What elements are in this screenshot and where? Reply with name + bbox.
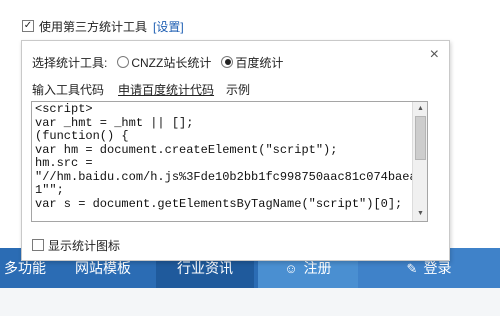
- third-party-stats-row: ✓ 使用第三方统计工具 [设置]: [22, 18, 184, 34]
- close-icon[interactable]: ×: [430, 46, 439, 64]
- page-background-strip: [0, 288, 500, 316]
- code-line: var s = document.getElementsByTagName("s…: [35, 196, 403, 211]
- show-icon-checkbox[interactable]: [32, 239, 44, 251]
- code-line: <script>: [35, 102, 93, 116]
- show-icon-row: 显示统计图标: [32, 237, 120, 253]
- stats-settings-dialog: × 选择统计工具: CNZZ站长统计 百度统计 输入工具代码 申请百度统计代码 …: [21, 40, 450, 261]
- scroll-down-icon[interactable]: ▼: [415, 208, 426, 220]
- settings-link[interactable]: [设置]: [153, 18, 184, 35]
- code-scrollbar[interactable]: ▲ ▼: [412, 102, 427, 221]
- register-label: 注册: [303, 260, 332, 276]
- code-textarea[interactable]: <script> var _hmt = _hmt || []; (functio…: [31, 101, 428, 222]
- third-party-stats-label: 使用第三方统计工具: [39, 19, 148, 34]
- third-party-stats-checkbox[interactable]: ✓: [22, 20, 34, 32]
- code-line: 1"";: [35, 183, 64, 197]
- radio-baidu[interactable]: [221, 56, 234, 68]
- code-line: var _hmt = _hmt || [];: [35, 115, 194, 130]
- code-line: "//hm.baidu.com/h.js%3Fde10b2bb1fc998750…: [35, 169, 424, 184]
- option-cnzz-label: CNZZ站长统计: [131, 55, 212, 70]
- radio-cnzz[interactable]: [117, 56, 130, 68]
- scroll-thumb[interactable]: [415, 116, 426, 160]
- code-content: <script> var _hmt = _hmt || []; (functio…: [35, 102, 424, 211]
- example-link[interactable]: 示例: [226, 81, 250, 98]
- option-cnzz[interactable]: CNZZ站长统计: [115, 54, 211, 71]
- option-baidu[interactable]: 百度统计: [219, 54, 283, 71]
- pencil-icon: ✎: [406, 261, 418, 276]
- user-icon: ☺: [284, 261, 298, 276]
- code-line: hm.src =: [35, 156, 93, 170]
- scroll-up-icon[interactable]: ▲: [415, 103, 426, 115]
- show-icon-label: 显示统计图标: [48, 238, 121, 253]
- code-line: (function() {: [35, 129, 129, 143]
- apply-baidu-code-link[interactable]: 申请百度统计代码: [118, 81, 214, 98]
- code-header-row: 输入工具代码 申请百度统计代码 示例: [32, 81, 250, 97]
- tool-select-label: 选择统计工具:: [32, 55, 108, 70]
- login-label: 登录: [423, 260, 452, 276]
- code-line: var hm = document.createElement("script"…: [35, 142, 338, 157]
- tool-select-row: 选择统计工具: CNZZ站长统计 百度统计: [32, 53, 283, 71]
- option-baidu-label: 百度统计: [235, 55, 284, 70]
- code-input-label: 输入工具代码: [32, 82, 105, 97]
